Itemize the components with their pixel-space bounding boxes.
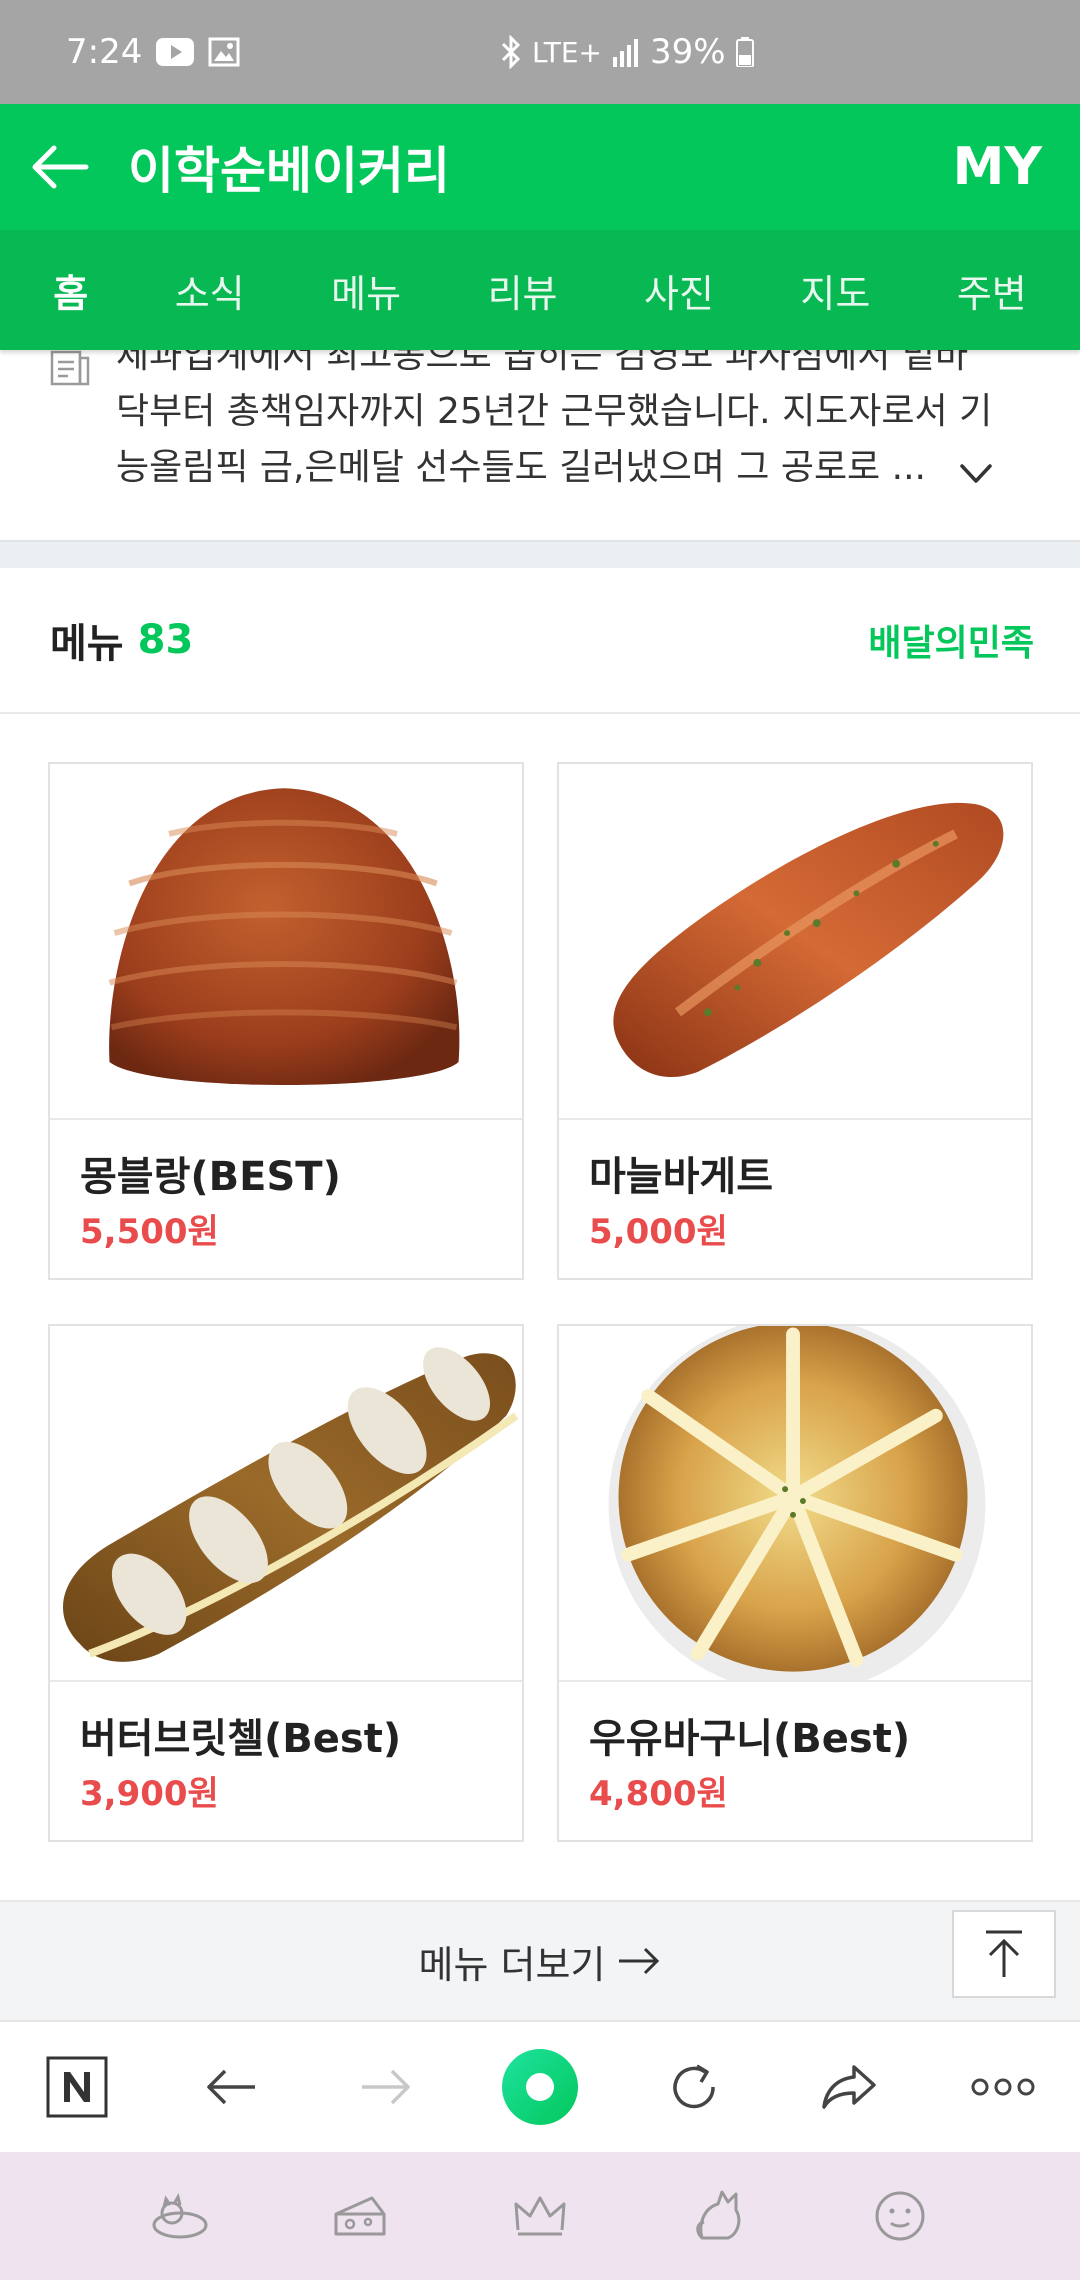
menu-card[interactable]: 마늘바게트 5,000원 bbox=[557, 762, 1033, 1280]
back-arrow-icon bbox=[207, 2069, 256, 2105]
nav-button-4[interactable] bbox=[675, 2171, 765, 2261]
share-icon bbox=[821, 2065, 876, 2109]
delivery-link[interactable]: 배달의민족 bbox=[868, 614, 1034, 666]
page-title: 이학순베이커리 bbox=[128, 142, 450, 200]
browser-back-button[interactable] bbox=[181, 2037, 281, 2137]
nav-button-3[interactable] bbox=[495, 2171, 585, 2261]
cheese-icon bbox=[334, 2196, 386, 2236]
app-header: 이학순베이커리 MY bbox=[0, 104, 1080, 230]
status-bar: 7:24 LTE+ 39% bbox=[0, 0, 1080, 104]
forward-arrow-icon bbox=[361, 2069, 410, 2105]
menu-card[interactable]: 버터브릿첼(Best) 3,900원 bbox=[48, 1324, 524, 1842]
arrow-right-icon bbox=[619, 1947, 660, 1975]
youtube-icon bbox=[156, 38, 195, 66]
cat-icon bbox=[696, 2190, 741, 2240]
signal-icon bbox=[612, 37, 640, 67]
tab-menu[interactable]: 메뉴 bbox=[309, 263, 423, 318]
tab-photo[interactable]: 사진 bbox=[622, 263, 736, 318]
tab-review[interactable]: 리뷰 bbox=[466, 263, 580, 318]
menu-item-name: 마늘바게트 bbox=[589, 1154, 773, 1200]
description-text: 제과업계에서 최고봉으로 꼽히는 김영모 과자점에서 밑바 닥부터 총책임자까지… bbox=[116, 350, 1036, 496]
expand-chevron-icon[interactable] bbox=[956, 454, 996, 494]
system-nav-bar bbox=[0, 2152, 1080, 2280]
menu-item-name: 몽블랑(BEST) bbox=[80, 1154, 341, 1200]
back-button[interactable] bbox=[0, 104, 120, 230]
nav-button-5[interactable] bbox=[855, 2171, 945, 2261]
refresh-icon bbox=[673, 2064, 716, 2109]
more-options-button[interactable] bbox=[953, 2037, 1053, 2137]
menu-item-photo bbox=[559, 1326, 1031, 1682]
menu-item-photo bbox=[559, 764, 1031, 1120]
green-dot-icon bbox=[501, 2049, 578, 2125]
crown-icon bbox=[514, 2196, 566, 2236]
browser-forward-button[interactable] bbox=[336, 2037, 436, 2137]
my-button[interactable]: MY bbox=[953, 104, 1042, 230]
menu-title: 메뉴 bbox=[50, 621, 124, 667]
description-section: 제과업계에서 최고봉으로 꼽히는 김영모 과자점에서 밑바 닥부터 총책임자까지… bbox=[0, 350, 1080, 542]
more-menu-text: 메뉴 더보기 bbox=[418, 1942, 606, 1987]
menu-item-photo bbox=[50, 1326, 522, 1682]
tab-nearby[interactable]: 주변 bbox=[935, 263, 1049, 318]
battery-icon bbox=[735, 37, 754, 67]
description-line: 능올림픽 금,은메달 선수들도 길러냈으며 그 공로로 ... bbox=[116, 447, 926, 488]
menu-item-name: 우유바구니(Best) bbox=[589, 1716, 911, 1762]
menu-card[interactable]: 우유바구니(Best) 4,800원 bbox=[557, 1324, 1033, 1842]
section-divider bbox=[0, 540, 1080, 568]
tab-map[interactable]: 지도 bbox=[778, 263, 892, 318]
menu-count: 83 bbox=[137, 617, 194, 663]
menu-item-name: 버터브릿첼(Best) bbox=[80, 1716, 402, 1762]
tab-news[interactable]: 소식 bbox=[153, 263, 267, 318]
bluetooth-icon bbox=[500, 35, 522, 69]
network-type: LTE+ bbox=[532, 35, 602, 69]
naver-n-icon bbox=[46, 2056, 108, 2118]
browser-toolbar bbox=[0, 2020, 1080, 2152]
menu-item-price: 3,900원 bbox=[80, 1774, 219, 1814]
nav-button-2[interactable] bbox=[315, 2171, 405, 2261]
arrow-up-icon bbox=[986, 1930, 1022, 1977]
nav-button-1[interactable] bbox=[135, 2171, 225, 2261]
description-line: 제과업계에서 최고봉으로 꼽히는 김영모 과자점에서 밑바 bbox=[116, 350, 969, 376]
more-menu-button[interactable]: 메뉴 더보기 bbox=[0, 1900, 1080, 2020]
back-arrow-icon bbox=[32, 145, 89, 189]
gallery-icon bbox=[208, 37, 240, 67]
menu-item-price: 5,500원 bbox=[80, 1212, 219, 1252]
status-time: 7:24 bbox=[66, 32, 143, 72]
battery-percent: 39% bbox=[650, 32, 726, 72]
smile-face-icon bbox=[875, 2191, 925, 2241]
menu-item-photo bbox=[50, 764, 522, 1120]
share-button[interactable] bbox=[799, 2037, 899, 2137]
naver-home-button[interactable] bbox=[27, 2037, 127, 2137]
description-line: 닥부터 총책임자까지 25년간 근무했습니다. 지도자로서 기 bbox=[116, 391, 993, 432]
scroll-to-top-button[interactable] bbox=[952, 1910, 1056, 1998]
menu-item-price: 5,000원 bbox=[589, 1212, 728, 1252]
document-icon bbox=[50, 350, 90, 386]
cat-sleep-icon bbox=[152, 2193, 208, 2239]
more-menu-label: 메뉴 더보기 bbox=[419, 1934, 662, 1989]
tab-home[interactable]: 홈 bbox=[31, 263, 110, 318]
more-dots-icon bbox=[971, 2078, 1035, 2096]
menu-header: 메뉴 83 배달의민족 bbox=[0, 568, 1080, 714]
tab-bar: 홈 소식 메뉴 리뷰 사진 지도 주변 bbox=[0, 230, 1080, 350]
menu-item-price: 4,800원 bbox=[589, 1774, 728, 1814]
green-dot-button[interactable] bbox=[490, 2037, 590, 2137]
refresh-button[interactable] bbox=[644, 2037, 744, 2137]
menu-card[interactable]: 몽블랑(BEST) 5,500원 bbox=[48, 762, 524, 1280]
